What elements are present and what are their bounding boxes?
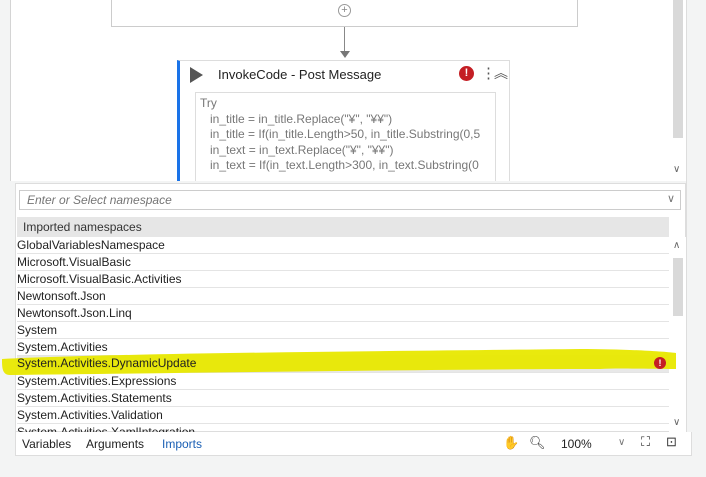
add-activity-icon[interactable]: + <box>338 4 351 17</box>
list-item[interactable]: System.Activities.XamlIntegration <box>17 424 669 432</box>
list-item[interactable]: GlobalVariablesNamespace <box>17 237 669 254</box>
highlighted-namespace-label: System.Activities.DynamicUpdate <box>17 356 197 370</box>
list-item[interactable]: System.Activities <box>17 339 669 356</box>
error-icon[interactable]: ! <box>459 66 474 81</box>
overview-icon[interactable]: ⊡ <box>666 434 677 450</box>
sequence-container[interactable]: + <box>111 0 578 27</box>
fit-to-screen-icon[interactable]: ⛶ <box>641 434 650 450</box>
tab-imports[interactable]: Imports <box>162 437 202 451</box>
zoom-chevron-down-icon[interactable]: ∨ <box>618 437 625 448</box>
collapse-icon[interactable]: ︽ <box>494 63 508 83</box>
error-icon[interactable]: ! <box>654 357 666 369</box>
namespace-input[interactable] <box>19 190 681 210</box>
chevron-down-icon[interactable]: ∨ <box>667 192 675 205</box>
scroll-down-icon[interactable]: ∨ <box>673 417 680 428</box>
play-icon[interactable] <box>190 67 203 83</box>
list-scroll-thumb[interactable] <box>673 258 683 316</box>
imports-header: Imported namespaces <box>17 217 669 237</box>
right-panel-edge <box>686 0 706 456</box>
designer-scroll-thumb[interactable] <box>673 0 683 138</box>
hand-pan-icon[interactable]: ✋ <box>503 435 519 451</box>
list-item[interactable]: System <box>17 322 669 339</box>
code-line: Try <box>200 96 217 110</box>
scroll-down-icon[interactable]: ∨ <box>673 164 680 175</box>
invoke-code-activity[interactable]: InvokeCode - Post Message ! ⋮ ︽ Try in_t… <box>177 60 510 181</box>
bottom-toolbar: Variables Arguments Imports ✋ 🔍︎ 100% ∨ … <box>15 432 692 456</box>
list-item[interactable]: System.Activities.Statements <box>17 390 669 407</box>
list-item[interactable]: Newtonsoft.Json.Linq <box>17 305 669 322</box>
code-line: in_text = If(in_text.Length>300, in_text… <box>200 158 479 172</box>
code-line: in_title = in_title.Replace("¥", "¥¥") <box>200 111 393 126</box>
list-item[interactable]: Microsoft.VisualBasic.Activities <box>17 271 669 288</box>
code-editor[interactable]: Try in_title = in_title.Replace("¥", "¥¥… <box>195 92 496 181</box>
list-item[interactable]: System.Activities.Validation <box>17 407 669 424</box>
zoom-level[interactable]: 100% <box>561 437 592 451</box>
zoom-search-icon[interactable]: 🔍︎ <box>529 435 546 451</box>
designer-canvas[interactable]: + InvokeCode - Post Message ! ⋮ ︽ Try in… <box>10 0 686 181</box>
list-item[interactable]: Newtonsoft.Json <box>17 288 669 305</box>
activity-title: InvokeCode - Post Message <box>218 67 382 82</box>
tab-variables[interactable]: Variables <box>22 437 71 451</box>
scroll-up-icon[interactable]: ∧ <box>673 240 680 251</box>
code-line: in_title = If(in_title.Length>50, in_tit… <box>200 127 481 141</box>
list-item[interactable]: Microsoft.VisualBasic <box>17 254 669 271</box>
code-line: in_text = in_text.Replace("¥", "¥¥") <box>200 142 394 157</box>
list-item[interactable]: System.Activities.Expressions <box>17 373 669 390</box>
connector-line <box>344 27 345 53</box>
connector-arrow-icon <box>340 51 350 58</box>
tab-arguments[interactable]: Arguments <box>86 437 144 451</box>
namespace-list: GlobalVariablesNamespace Microsoft.Visua… <box>17 237 669 432</box>
